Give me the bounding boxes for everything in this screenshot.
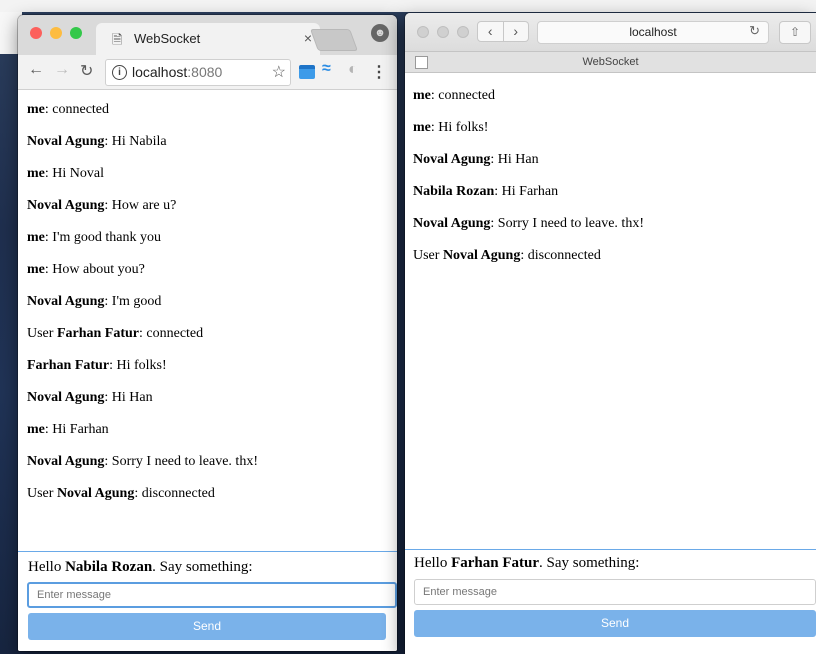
share-icon[interactable]: ⇧ [779,21,811,44]
minimize-window-button[interactable] [437,26,449,38]
reload-icon[interactable]: ↻ [80,61,93,81]
address-bar[interactable]: localhost ↻ [537,21,769,44]
close-window-button[interactable] [30,27,42,39]
chat-message-list: me: connected me: Hi folks! Noval Agung:… [405,73,816,549]
greeting-text: Hello Nabila Rozan. Say something: [28,559,253,575]
chrome-tab-bar: 🗎 WebSocket × ☻ [18,15,397,55]
tab-websocket[interactable]: 🗎 WebSocket × [96,23,320,55]
new-tab-button[interactable] [309,29,359,51]
forward-chevron-icon[interactable]: › [503,21,529,42]
window-controls-inactive [417,26,469,38]
chat-message: User Noval Agung: disconnected [27,486,215,501]
info-icon[interactable]: i [112,65,127,80]
chat-message: User Noval Agung: disconnected [413,248,601,263]
message-input[interactable] [27,582,397,608]
tab-title: WebSocket [134,31,201,46]
safari-toolbar: ‹ › localhost ↻ ⇧ [405,13,816,52]
safari-tab-bar: WebSocket [405,52,816,73]
chat-message: me: connected [27,102,110,117]
back-arrow-icon[interactable]: ← [28,61,44,79]
chat-message-list: me: connected Noval Agung: Hi Nabila me:… [18,90,397,552]
address-bar[interactable]: i localhost:8080 ☆ [105,59,291,86]
close-window-button[interactable] [417,26,429,38]
chat-message: User Farhan Fatur: connected [27,326,204,341]
menu-kebab-icon[interactable]: ⋮ [371,62,387,82]
message-input[interactable] [414,579,816,605]
chat-message: me: connected [413,88,496,103]
chat-message: me: How about you? [27,262,145,277]
extension-calendar-icon[interactable] [299,65,315,79]
bookmark-star-icon[interactable]: ☆ [272,62,286,82]
extension-circle-icon[interactable]: ◐ [348,61,358,79]
page-icon: 🗎 [112,32,123,47]
reload-icon[interactable]: ↻ [749,23,760,39]
minimize-window-button[interactable] [50,27,62,39]
greeting-text: Hello Farhan Fatur. Say something: [414,555,640,571]
forward-arrow-icon[interactable]: → [54,61,70,79]
back-chevron-icon[interactable]: ‹ [477,21,504,42]
chat-message: me: Hi Farhan [27,422,109,437]
chrome-window: 🗎 WebSocket × ☻ ← → ↻ i localhost:8080 ☆… [18,15,397,651]
navigation-buttons: ‹ › [477,21,529,42]
chat-message: Farhan Fatur: Hi folks! [27,358,167,373]
chrome-toolbar: ← → ↻ i localhost:8080 ☆ ≈ ◐ ⋮ [18,55,397,90]
chat-message: Noval Agung: Sorry I need to leave. thx! [413,216,644,231]
chat-message: me: I'm good thank you [27,230,161,245]
chat-message: me: Hi Noval [27,166,104,181]
chat-message: Noval Agung: Hi Nabila [27,134,167,149]
desktop-background-strip [0,0,816,12]
send-button[interactable]: Send [414,610,816,637]
chat-message: Noval Agung: I'm good [27,294,162,309]
chat-message: Noval Agung: Hi Han [413,152,539,167]
url-text: localhost:8080 [132,64,223,80]
profile-avatar-icon[interactable]: ☻ [371,24,389,42]
extension-wave-icon[interactable]: ≈ [322,60,331,78]
chat-compose-area: Hello Nabila Rozan. Say something: Send [18,551,397,651]
send-button[interactable]: Send [28,613,386,640]
zoom-window-button[interactable] [70,27,82,39]
address-host: localhost [629,25,677,39]
tab-title[interactable]: WebSocket [405,56,816,68]
zoom-window-button[interactable] [457,26,469,38]
window-controls [30,27,82,39]
chat-message: Nabila Rozan: Hi Farhan [413,184,559,199]
chat-compose-area: Hello Farhan Fatur. Say something: Send [405,549,816,654]
chat-message: Noval Agung: Sorry I need to leave. thx! [27,454,258,469]
safari-window: ‹ › localhost ↻ ⇧ WebSocket me: connecte… [405,13,816,654]
chat-message: me: Hi folks! [413,120,489,135]
chat-message: Noval Agung: How are u? [27,198,177,213]
chat-message: Noval Agung: Hi Han [27,390,153,405]
